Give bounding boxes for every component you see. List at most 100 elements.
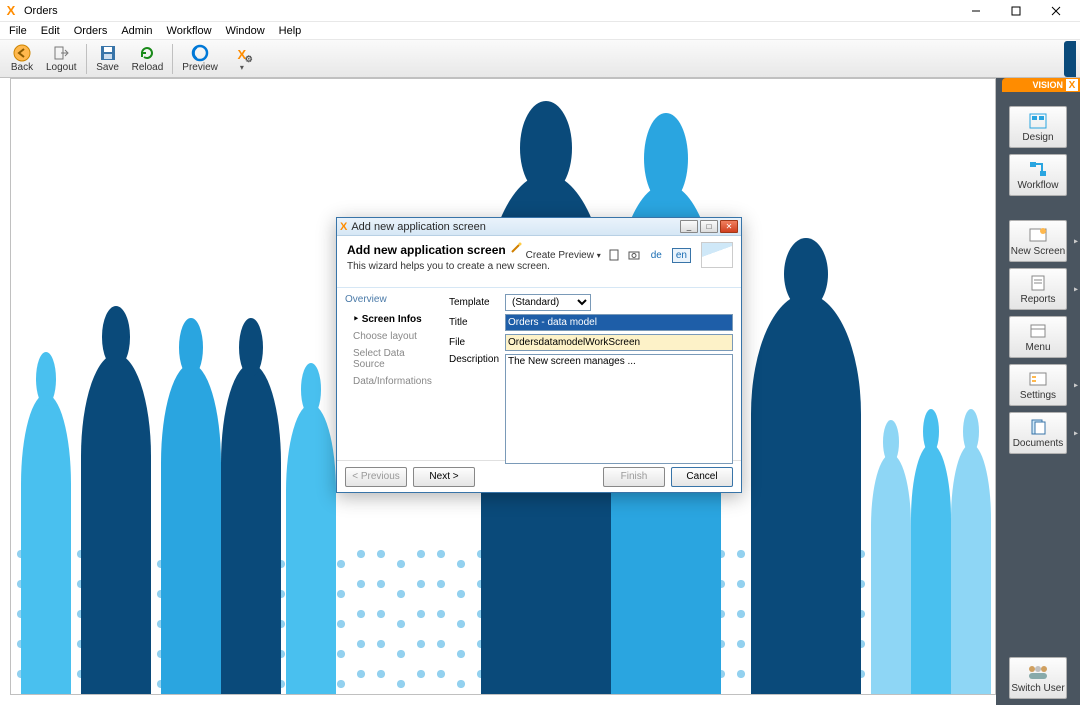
reports-label: Reports: [1020, 294, 1055, 305]
dropdown-caret-icon: ▾: [240, 63, 244, 72]
reload-icon: [138, 44, 156, 62]
logout-icon: [52, 44, 70, 62]
menubar: File Edit Orders Admin Workflow Window H…: [0, 22, 1080, 40]
dialog-maximize-button[interactable]: □: [700, 220, 718, 233]
switch-user-button[interactable]: Switch User: [1009, 657, 1067, 699]
menu-icon: [1027, 321, 1049, 341]
preview-button[interactable]: Preview: [176, 41, 224, 77]
dialog-close-button[interactable]: ✕: [720, 220, 738, 233]
switch-user-label: Switch User: [1011, 683, 1064, 694]
description-textarea[interactable]: [505, 354, 733, 464]
menu-file[interactable]: File: [2, 24, 34, 38]
documents-icon: [1027, 417, 1049, 437]
titlebar: X Orders: [0, 0, 1080, 22]
design-label: Design: [1022, 132, 1053, 143]
reload-button[interactable]: Reload: [126, 41, 170, 77]
design-button[interactable]: Design: [1009, 106, 1067, 148]
wand-icon: [510, 242, 522, 257]
create-preview-dropdown[interactable]: Create Preview ▾: [526, 250, 601, 261]
menu-orders[interactable]: Orders: [67, 24, 115, 38]
header-thumbnail: [701, 242, 733, 268]
dialog-header: Add new application screen This wizard h…: [337, 236, 741, 288]
minimize-button[interactable]: [956, 0, 996, 22]
back-label: Back: [11, 62, 33, 73]
vision-tab: VISION X: [1002, 78, 1080, 92]
switch-user-icon: [1027, 662, 1049, 682]
preview-icon: [191, 44, 209, 62]
settings-label: Settings: [1020, 390, 1056, 401]
logout-button[interactable]: Logout: [40, 41, 83, 77]
documents-button[interactable]: Documents: [1009, 412, 1067, 454]
dialog-body: Overview Screen Infos Choose layout Sele…: [337, 288, 741, 460]
window-title: Orders: [24, 5, 58, 17]
new-screen-label: New Screen: [1011, 246, 1065, 257]
file-label: File: [449, 337, 505, 348]
save-icon: [99, 44, 117, 62]
workflow-label: Workflow: [1018, 180, 1059, 191]
dialog-footer: < Previous Next > Finish Cancel: [337, 460, 741, 492]
dialog-titlebar[interactable]: X Add new application screen _ □ ✕: [337, 218, 741, 236]
nav-data-informations[interactable]: Data/Informations: [345, 373, 433, 390]
save-button[interactable]: Save: [90, 41, 126, 77]
toolbar-separator: [86, 44, 87, 74]
new-screen-icon: [1027, 225, 1049, 245]
dialog-heading: Add new application screen: [347, 242, 550, 257]
menu-edit[interactable]: Edit: [34, 24, 67, 38]
app-icon: X: [4, 4, 18, 18]
workflow-button[interactable]: Workflow: [1009, 154, 1067, 196]
next-button[interactable]: Next >: [413, 467, 475, 487]
lang-de-button[interactable]: de: [647, 248, 666, 263]
dialog-subheading: This wizard helps you to create a new sc…: [347, 261, 550, 272]
file-input[interactable]: [505, 334, 733, 351]
save-label: Save: [96, 62, 119, 73]
new-screen-button[interactable]: New Screen: [1009, 220, 1067, 262]
vision-x-icon[interactable]: X: [1066, 79, 1078, 91]
reports-button[interactable]: Reports: [1009, 268, 1067, 310]
toolbar-separator: [172, 44, 173, 74]
dialog-form: Template (Standard) Title File Descripti…: [441, 288, 741, 460]
nav-select-data-source[interactable]: Select Data Source: [345, 345, 433, 373]
previous-button[interactable]: < Previous: [345, 467, 407, 487]
vision-label: VISION: [1032, 80, 1063, 90]
description-label: Description: [449, 354, 505, 365]
add-screen-dialog: X Add new application screen _ □ ✕ Add n…: [336, 217, 742, 493]
menu-workflow[interactable]: Workflow: [160, 24, 219, 38]
menu-label: Menu: [1025, 342, 1050, 353]
design-icon: [1027, 111, 1049, 131]
camera-icon[interactable]: [627, 248, 641, 262]
finish-button[interactable]: Finish: [603, 467, 665, 487]
workflow-icon: [1027, 159, 1049, 179]
preview-label: Preview: [182, 62, 218, 73]
wizard-nav: Overview Screen Infos Choose layout Sele…: [337, 288, 441, 460]
settings-button[interactable]: Settings: [1009, 364, 1067, 406]
dialog-window-title: Add new application screen: [351, 221, 486, 233]
reports-icon: [1027, 273, 1049, 293]
back-icon: [13, 44, 31, 62]
lang-en-button[interactable]: en: [672, 248, 691, 263]
clipboard-icon[interactable]: [607, 248, 621, 262]
menu-window[interactable]: Window: [219, 24, 272, 38]
close-button[interactable]: [1036, 0, 1076, 22]
nav-choose-layout[interactable]: Choose layout: [345, 328, 433, 345]
cancel-button[interactable]: Cancel: [671, 467, 733, 487]
window-controls: [956, 0, 1076, 22]
settings-icon: [1027, 369, 1049, 389]
template-select[interactable]: (Standard): [505, 294, 591, 311]
dialog-app-icon: X: [340, 221, 347, 233]
maximize-button[interactable]: [996, 0, 1036, 22]
back-button[interactable]: Back: [4, 41, 40, 77]
documents-label: Documents: [1013, 438, 1064, 449]
title-input[interactable]: [505, 314, 733, 331]
x-tools-icon: X⚙: [233, 45, 251, 63]
nav-overview[interactable]: Overview: [345, 294, 433, 305]
logout-label: Logout: [46, 62, 77, 73]
nav-screen-infos[interactable]: Screen Infos: [345, 311, 433, 328]
menu-button[interactable]: Menu: [1009, 316, 1067, 358]
chevron-down-icon: ▾: [597, 251, 601, 260]
menu-admin[interactable]: Admin: [114, 24, 159, 38]
tools-dropdown[interactable]: X⚙ ▾: [224, 41, 260, 77]
dialog-minimize-button[interactable]: _: [680, 220, 698, 233]
menu-help[interactable]: Help: [272, 24, 309, 38]
reload-label: Reload: [132, 62, 164, 73]
template-label: Template: [449, 297, 505, 308]
